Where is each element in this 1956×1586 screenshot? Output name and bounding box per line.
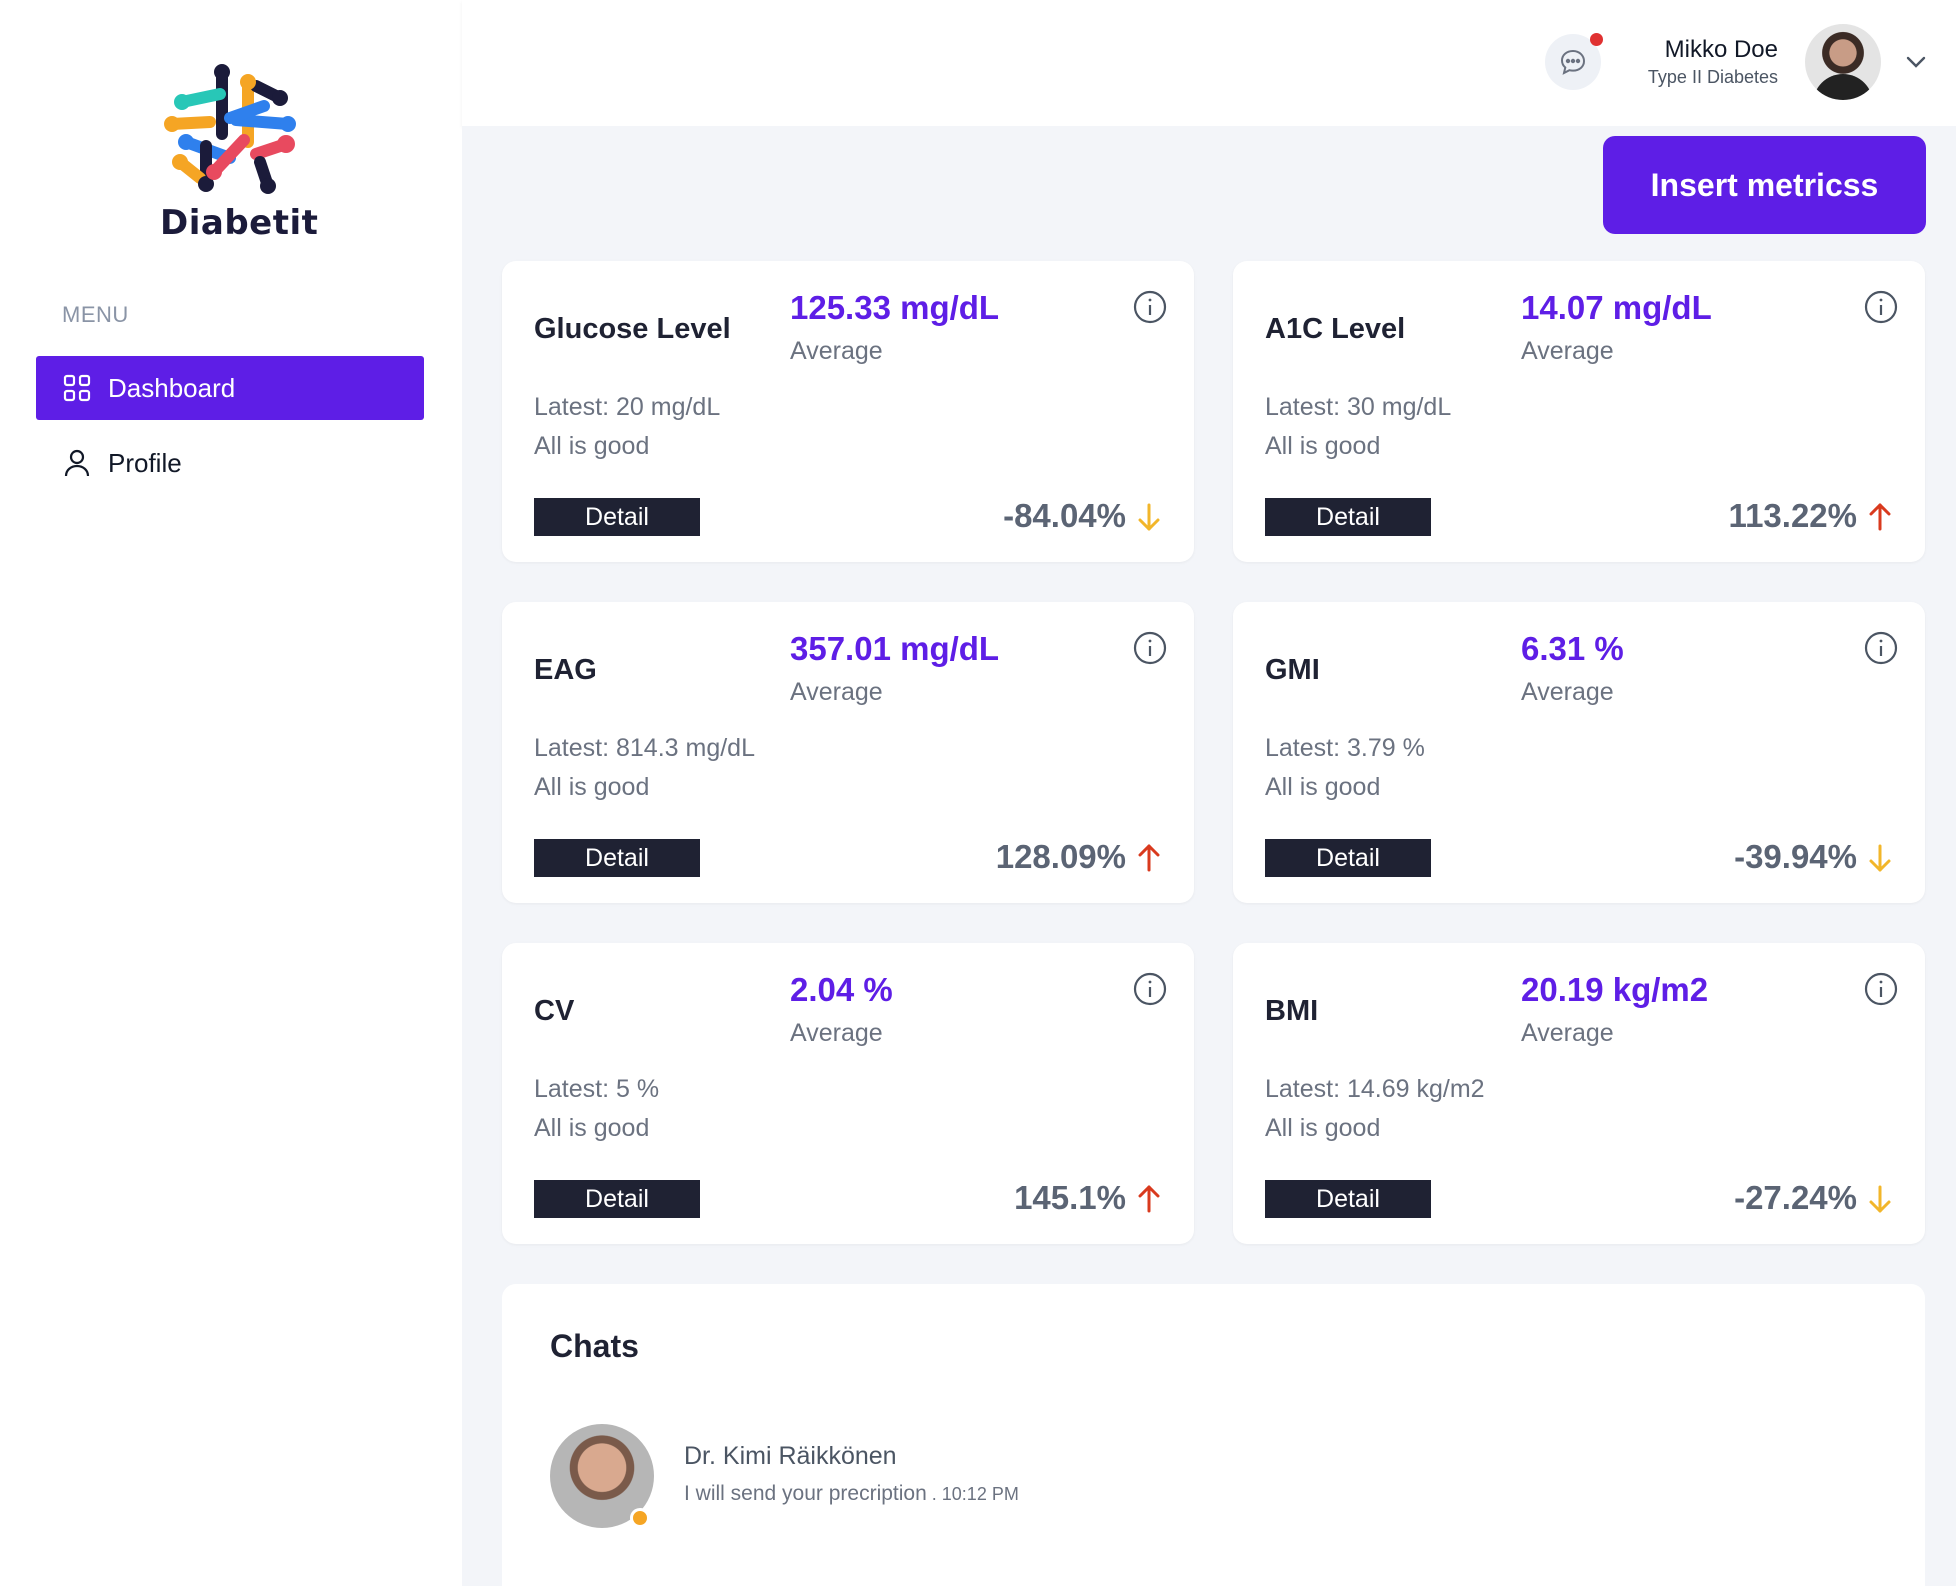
metric-average: 14.07 mg/dL	[1521, 289, 1712, 326]
metric-change: 113.22%	[1728, 497, 1857, 534]
metric-status: All is good	[534, 1114, 650, 1142]
notification-dot	[1590, 33, 1603, 46]
metric-average-label: Average	[1521, 337, 1614, 365]
metric-change: 145.1%	[1014, 1179, 1126, 1216]
metric-title: GMI	[1265, 654, 1320, 686]
chat-contact-name[interactable]: Dr. Kimi Räikkönen	[684, 1442, 897, 1471]
avatar[interactable]	[1805, 24, 1881, 100]
metric-title: EAG	[534, 654, 597, 686]
chats-panel: Chats Dr. Kimi Räikkönen I will send you…	[502, 1284, 1925, 1586]
insert-metrics-button[interactable]: Insert metricss	[1603, 136, 1926, 234]
metric-change: 128.09%	[995, 838, 1126, 875]
metric-average: 6.31 %	[1521, 630, 1624, 667]
metric-average: 2.04 %	[790, 971, 893, 1008]
user-subtitle: Type II Diabetes	[1647, 67, 1778, 87]
arrow-up-icon	[1138, 844, 1160, 872]
brand-name: Diabetit	[160, 203, 319, 243]
metric-latest: Latest: 814.3 mg/dL	[534, 734, 755, 762]
metric-latest: Latest: 30 mg/dL	[1265, 393, 1452, 421]
metric-change: -84.04%	[1003, 497, 1126, 534]
metric-status: All is good	[1265, 432, 1381, 460]
detail-button[interactable]: Detail	[1265, 839, 1431, 877]
metric-card-gmi: GMI 6.31 % Average Latest: 3.79 % All is…	[1233, 602, 1925, 903]
info-icon[interactable]	[1132, 630, 1168, 666]
metric-change: -27.24%	[1734, 1179, 1857, 1216]
chevron-down-icon[interactable]	[1904, 50, 1928, 74]
arrow-down-icon	[1138, 503, 1160, 531]
sidebar-item-label: Profile	[108, 447, 182, 478]
chat-message-text: I will send your precription	[684, 1482, 927, 1505]
metric-latest: Latest: 20 mg/dL	[534, 393, 721, 421]
metric-average-label: Average	[790, 1019, 883, 1047]
metric-average-label: Average	[790, 337, 883, 365]
logo-mark-icon	[164, 64, 296, 194]
metric-average-label: Average	[790, 678, 883, 706]
metric-latest: Latest: 3.79 %	[1265, 734, 1425, 762]
detail-button[interactable]: Detail	[534, 839, 700, 877]
user-icon	[62, 448, 92, 478]
metric-status: All is good	[1265, 773, 1381, 801]
metric-average: 357.01 mg/dL	[790, 630, 1000, 667]
metric-latest: Latest: 14.69 kg/m2	[1265, 1075, 1485, 1103]
sidebar-item-profile[interactable]: Profile	[36, 431, 424, 495]
metric-average-label: Average	[1521, 1019, 1614, 1047]
detail-button[interactable]: Detail	[534, 498, 700, 536]
metric-card-cv: CV 2.04 % Average Latest: 5 % All is goo…	[502, 943, 1194, 1244]
metric-status: All is good	[534, 773, 650, 801]
metric-change: -39.94%	[1734, 838, 1857, 875]
arrow-up-icon	[1869, 503, 1891, 531]
detail-button[interactable]: Detail	[1265, 1180, 1431, 1218]
metric-average: 20.19 kg/m2	[1521, 971, 1709, 1008]
metric-average-label: Average	[1521, 678, 1614, 706]
metric-average: 125.33 mg/dL	[790, 289, 1000, 326]
online-status-dot	[630, 1508, 650, 1528]
metric-card-a1c: A1C Level 14.07 mg/dL Average Latest: 30…	[1233, 261, 1925, 562]
chat-bubble-icon	[1560, 49, 1586, 75]
sidebar-item-label: Dashboard	[108, 372, 236, 403]
user-name[interactable]: Mikko Doe	[1665, 36, 1778, 64]
brand-logo[interactable]: Diabetit	[160, 62, 319, 243]
chat-last-message[interactable]: I will send your precription . 10:12 PM	[684, 1482, 1019, 1506]
info-icon[interactable]	[1863, 289, 1899, 325]
metric-title: CV	[534, 995, 575, 1027]
metric-title: Glucose Level	[534, 313, 731, 345]
arrow-up-icon	[1138, 1185, 1160, 1213]
info-icon[interactable]	[1132, 971, 1168, 1007]
chats-title: Chats	[550, 1328, 639, 1364]
metric-title: A1C Level	[1265, 313, 1406, 345]
sidebar: Diabetit MENU Dashboard Profile	[0, 0, 462, 1586]
info-icon[interactable]	[1863, 630, 1899, 666]
sidebar-item-dashboard[interactable]: Dashboard	[36, 356, 424, 420]
metric-latest: Latest: 5 %	[534, 1075, 660, 1103]
grid-icon	[62, 373, 92, 403]
arrow-down-icon	[1869, 1185, 1891, 1213]
menu-label: MENU	[62, 302, 129, 327]
metric-card-glucose: Glucose Level 125.33 mg/dL Average Lates…	[502, 261, 1194, 562]
arrow-down-icon	[1869, 844, 1891, 872]
metric-status: All is good	[534, 432, 650, 460]
detail-button[interactable]: Detail	[1265, 498, 1431, 536]
detail-button[interactable]: Detail	[534, 1180, 700, 1218]
info-icon[interactable]	[1132, 289, 1168, 325]
chat-timestamp: . 10:12 PM	[926, 1484, 1019, 1504]
metric-title: BMI	[1265, 995, 1319, 1027]
metric-status: All is good	[1265, 1114, 1381, 1142]
info-icon[interactable]	[1863, 971, 1899, 1007]
metric-card-eag: EAG 357.01 mg/dL Average Latest: 814.3 m…	[502, 602, 1194, 903]
metric-card-bmi: BMI 20.19 kg/m2 Average Latest: 14.69 kg…	[1233, 943, 1925, 1244]
